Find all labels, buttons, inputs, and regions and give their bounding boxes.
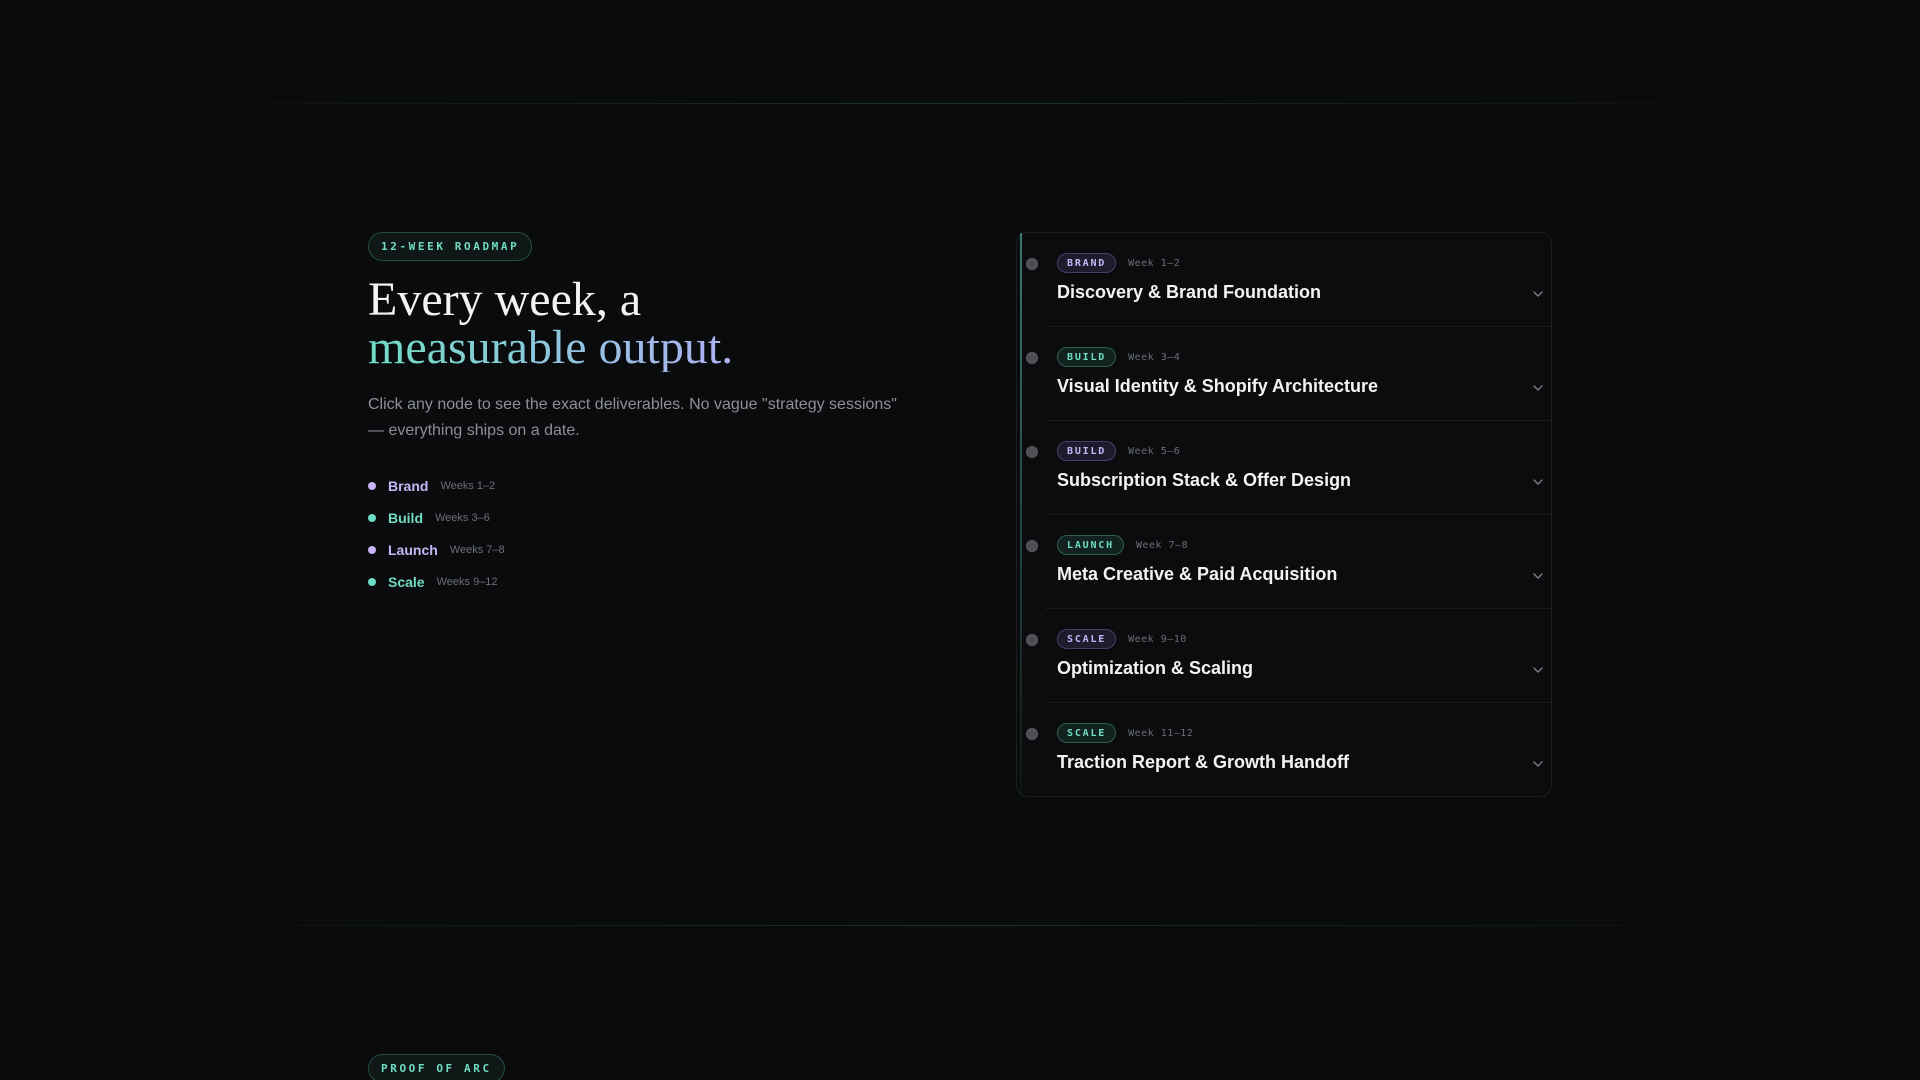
legend-range: Weeks 1–2	[440, 480, 496, 492]
legend-item-build[interactable]: Build Weeks 3–6	[368, 508, 505, 528]
phase-tag: BUILD	[1057, 441, 1117, 461]
chevron-down-icon[interactable]	[1531, 287, 1545, 301]
legend-dot-icon	[368, 514, 376, 522]
phase-tag: SCALE	[1057, 723, 1117, 743]
step-meta: LAUNCH Week 7–8	[1057, 535, 1188, 555]
chevron-down-icon[interactable]	[1531, 569, 1545, 583]
step-title: Optimization & Scaling	[1057, 658, 1254, 678]
roadmap-eyebrow-badge: 12-WEEK ROADMAP	[368, 232, 533, 261]
phase-tag: SCALE	[1057, 629, 1117, 649]
timeline-node-icon[interactable]	[1026, 728, 1038, 740]
step-week: Week 5–6	[1128, 445, 1181, 457]
phase-tag: BRAND	[1057, 253, 1117, 273]
legend-label: Launch	[388, 542, 438, 558]
headline-line-2: measurable output.	[368, 324, 928, 372]
legend-dot-icon	[368, 578, 376, 586]
timeline-step-2[interactable]: BUILD Week 3–4 Visual Identity & Shopify…	[1017, 327, 1551, 421]
phase-legend: Brand Weeks 1–2 Build Weeks 3–6 Launch W…	[368, 476, 505, 604]
timeline-node-icon[interactable]	[1026, 258, 1038, 270]
section-headline: Every week, a measurable output.	[368, 276, 928, 372]
step-title: Traction Report & Growth Handoff	[1057, 752, 1349, 772]
legend-dot-icon	[368, 482, 376, 490]
legend-item-launch[interactable]: Launch Weeks 7–8	[368, 540, 505, 560]
section-divider-top	[130, 103, 1790, 104]
timeline-node-icon[interactable]	[1026, 446, 1038, 458]
step-meta: SCALE Week 11–12	[1057, 723, 1193, 743]
step-week: Week 7–8	[1135, 539, 1189, 551]
step-title: Discovery & Brand Foundation	[1057, 282, 1322, 302]
legend-label: Scale	[388, 574, 425, 590]
section-subcopy: Click any node to see the exact delivera…	[368, 396, 897, 439]
step-meta: SCALE Week 9–10	[1057, 629, 1187, 649]
step-meta: BUILD Week 3–4	[1057, 347, 1180, 367]
timeline-step-3[interactable]: BUILD Week 5–6 Subscription Stack & Offe…	[1017, 421, 1551, 515]
step-week: Week 9–10	[1128, 633, 1187, 645]
step-week: Week 1–2	[1128, 257, 1181, 269]
timeline-step-6[interactable]: SCALE Week 11–12 Traction Report & Growt…	[1017, 703, 1551, 797]
proof-eyebrow-badge: PROOF OF ARC	[368, 1054, 505, 1080]
step-week: Week 3–4	[1128, 351, 1181, 363]
step-title: Subscription Stack & Offer Design	[1057, 470, 1352, 490]
step-title: Meta Creative & Paid Acquisition	[1057, 564, 1338, 584]
chevron-down-icon[interactable]	[1531, 381, 1545, 395]
roadmap-timeline-card: BRAND Week 1–2 Discovery & Brand Foundat…	[1016, 232, 1552, 797]
step-title: Visual Identity & Shopify Architecture	[1057, 376, 1379, 396]
timeline-step-4[interactable]: LAUNCH Week 7–8 Meta Creative & Paid Acq…	[1017, 515, 1551, 609]
legend-label: Brand	[388, 478, 429, 494]
timeline-step-1[interactable]: BRAND Week 1–2 Discovery & Brand Foundat…	[1017, 233, 1551, 327]
section-divider-bottom	[130, 925, 1790, 926]
legend-dot-icon	[368, 546, 376, 554]
chevron-down-icon[interactable]	[1531, 475, 1545, 489]
legend-range: Weeks 9–12	[436, 576, 498, 588]
legend-item-brand[interactable]: Brand Weeks 1–2	[368, 476, 505, 496]
step-meta: BRAND Week 1–2	[1057, 253, 1180, 273]
timeline-step-5[interactable]: SCALE Week 9–10 Optimization & Scaling	[1017, 609, 1551, 703]
timeline-node-icon[interactable]	[1026, 540, 1038, 552]
phase-tag: BUILD	[1057, 347, 1117, 367]
roadmap-page: 12-WEEK ROADMAP Every week, a measurable…	[0, 0, 1920, 1080]
step-week: Week 11–12	[1128, 727, 1194, 739]
chevron-down-icon[interactable]	[1531, 757, 1545, 771]
timeline-node-icon[interactable]	[1026, 634, 1038, 646]
legend-range: Weeks 3–6	[435, 512, 490, 524]
legend-label: Build	[388, 510, 423, 526]
headline-line-1: Every week, a	[368, 273, 642, 326]
legend-item-scale[interactable]: Scale Weeks 9–12	[368, 572, 505, 592]
legend-range: Weeks 7–8	[449, 544, 505, 556]
chevron-down-icon[interactable]	[1531, 663, 1545, 677]
phase-tag: LAUNCH	[1057, 535, 1124, 555]
timeline-node-icon[interactable]	[1026, 352, 1038, 364]
step-meta: BUILD Week 5–6	[1057, 441, 1180, 461]
